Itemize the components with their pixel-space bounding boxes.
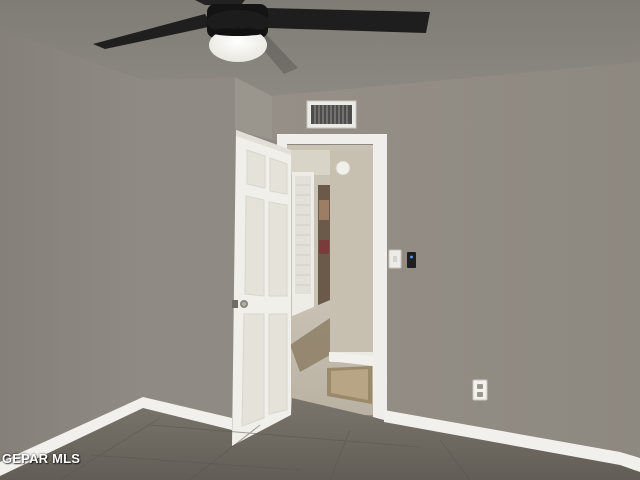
room-scene: [0, 0, 640, 480]
watermark-text: GEPAR MLS: [2, 451, 81, 466]
room-photo: GEPAR MLS: [0, 0, 640, 480]
bedroom-door[interactable]: [232, 130, 291, 446]
smoke-detector-icon: [335, 160, 351, 176]
hallway-view: [283, 145, 378, 415]
air-vent-icon: [306, 100, 357, 129]
left-wall: [0, 30, 143, 468]
closet-wall: [143, 77, 235, 430]
light-switch-icon[interactable]: [388, 249, 402, 269]
outlet-icon: [472, 379, 488, 401]
thermostat-icon[interactable]: [407, 252, 416, 268]
